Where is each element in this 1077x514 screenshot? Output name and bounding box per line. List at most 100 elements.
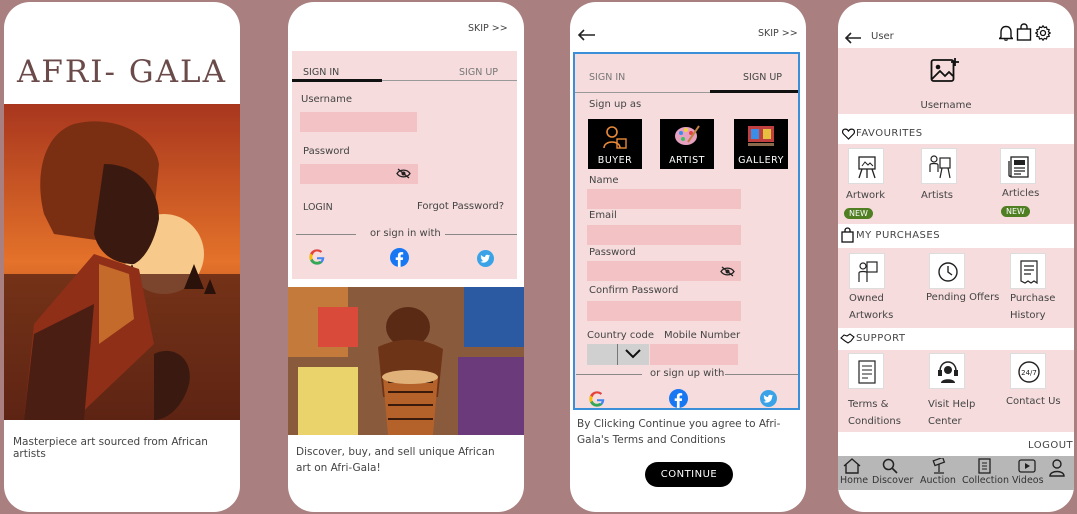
google-icon[interactable] — [589, 391, 605, 407]
password-field[interactable] — [587, 261, 741, 281]
favourite-artwork-button[interactable] — [848, 148, 884, 184]
newspaper-icon — [1008, 156, 1029, 178]
home-icon[interactable] — [843, 458, 861, 474]
favourite-artists-button[interactable] — [921, 148, 957, 184]
search-icon[interactable] — [882, 458, 898, 474]
support-heading: SUPPORT — [856, 333, 906, 344]
buyer-icon — [603, 126, 627, 149]
confirm-password-field[interactable] — [587, 301, 741, 321]
continue-button[interactable]: CONTINUE — [645, 462, 733, 487]
gear-icon[interactable] — [1035, 25, 1051, 41]
palette-icon — [675, 125, 700, 145]
nav-collection-label[interactable]: Collection — [962, 475, 1009, 486]
skip-link[interactable]: SKIP >> — [468, 23, 508, 34]
artwork-new-badge: NEW — [844, 208, 873, 219]
role-buyer-tile[interactable]: BUYER — [588, 119, 642, 169]
video-play-icon[interactable] — [1018, 459, 1036, 473]
owned-artworks-button[interactable] — [849, 253, 885, 289]
tab-sign-in[interactable]: SIGN IN — [303, 67, 339, 78]
terms-conditions-button[interactable] — [848, 353, 884, 389]
divider-right — [725, 374, 798, 375]
screen-title-user: User — [871, 31, 894, 42]
role-artist-label: ARTIST — [669, 155, 705, 166]
divider-right — [445, 234, 517, 235]
visit-help-center-button[interactable] — [929, 353, 965, 389]
forgot-password-link[interactable]: Forgot Password? — [417, 201, 504, 212]
nav-home-label[interactable]: Home — [840, 475, 868, 486]
sign-up-screen: SKIP >> SIGN IN SIGN UP Sign up as BUYER… — [570, 2, 806, 512]
tab-active-indicator — [292, 79, 382, 82]
gallery-icon — [748, 126, 774, 146]
drummer-artwork-image — [288, 287, 524, 435]
tab-sign-in[interactable]: SIGN IN — [589, 72, 625, 83]
favourite-articles-label: Articles — [1002, 188, 1040, 199]
purchase-history-button[interactable] — [1010, 253, 1046, 289]
user-profile-screen: User Username FAVOURITES Artwork NEW Art… — [838, 2, 1074, 512]
owned-artworks-label: Owned Artworks — [849, 293, 894, 321]
shopping-bag-icon — [841, 227, 854, 243]
divider-left — [576, 374, 642, 375]
my-purchases-heading: MY PURCHASES — [856, 230, 941, 241]
terms-notice: By Clicking Continue you agree to Afri-G… — [577, 418, 781, 446]
google-icon[interactable] — [309, 249, 325, 265]
back-arrow-icon[interactable] — [577, 29, 596, 41]
country-code-label: Country code — [587, 330, 655, 341]
nav-videos-label[interactable]: Videos — [1012, 475, 1044, 486]
twitter-icon[interactable] — [760, 390, 777, 407]
sign-up-as-label: Sign up as — [589, 99, 642, 110]
bell-icon[interactable] — [999, 24, 1013, 41]
facebook-icon[interactable] — [390, 248, 409, 267]
hero-portrait-image — [4, 104, 240, 420]
splash-screen: AFRI- GALA Masterpiece art sourced from … — [4, 2, 240, 512]
app-title: AFRI- GALA — [17, 54, 227, 90]
facebook-icon[interactable] — [669, 389, 688, 408]
role-artist-tile[interactable]: ARTIST — [660, 119, 714, 169]
tab-active-indicator — [710, 90, 798, 93]
divider-left — [296, 234, 356, 235]
sign-in-screen: SKIP >> SIGN IN SIGN UP Username Passwor… — [288, 2, 524, 512]
login-button[interactable]: LOGIN — [303, 202, 333, 213]
eye-slash-icon[interactable] — [396, 168, 411, 179]
username-field[interactable] — [300, 112, 417, 132]
headset-icon — [938, 361, 958, 383]
contact-us-button[interactable]: 24/7 — [1010, 353, 1046, 389]
role-gallery-tile[interactable]: GALLERY — [734, 119, 788, 169]
auction-gavel-icon[interactable] — [931, 458, 947, 474]
pending-offers-button[interactable] — [929, 253, 965, 289]
chevron-down-icon[interactable] — [625, 349, 641, 359]
contact-us-label: Contact Us — [1006, 396, 1061, 407]
profile-username: Username — [920, 100, 972, 111]
easel-icon — [858, 156, 876, 179]
handshake-icon — [840, 333, 855, 344]
password-label: Password — [303, 146, 350, 157]
favourite-artwork-label: Artwork — [846, 190, 886, 201]
shopping-bag-icon[interactable] — [1016, 23, 1032, 41]
email-field[interactable] — [587, 225, 741, 245]
terms-conditions-label: Terms & Conditions — [848, 399, 901, 427]
artwork-caption: Discover, buy, and sell unique African a… — [296, 446, 495, 474]
tab-sign-up[interactable]: SIGN UP — [743, 72, 782, 83]
favourite-articles-button[interactable] — [1000, 148, 1036, 184]
eye-slash-icon[interactable] — [720, 266, 735, 277]
document-icon — [858, 360, 876, 384]
nav-auction-label[interactable]: Auction — [920, 475, 956, 486]
nav-discover-label[interactable]: Discover — [872, 475, 913, 486]
skip-link[interactable]: SKIP >> — [758, 28, 798, 39]
profile-user-icon[interactable] — [1049, 459, 1065, 477]
mobile-number-field[interactable] — [650, 344, 738, 365]
country-code-divider — [617, 344, 618, 365]
logout-button[interactable]: LOGOUT — [1028, 440, 1073, 451]
owned-artwork-icon — [858, 261, 878, 282]
tab-sign-up[interactable]: SIGN UP — [459, 67, 498, 78]
role-gallery-label: GALLERY — [738, 155, 784, 166]
add-photo-icon[interactable] — [930, 57, 960, 84]
email-label: Email — [589, 210, 617, 221]
twitter-icon[interactable] — [477, 250, 494, 267]
name-field[interactable] — [587, 189, 741, 209]
heart-icon — [842, 128, 855, 140]
or-sign-in-with: or sign in with — [370, 228, 441, 239]
back-arrow-icon[interactable] — [844, 32, 862, 44]
confirm-password-label: Confirm Password — [589, 285, 679, 296]
collection-icon[interactable] — [977, 458, 991, 474]
artist-easel-icon — [929, 155, 951, 179]
